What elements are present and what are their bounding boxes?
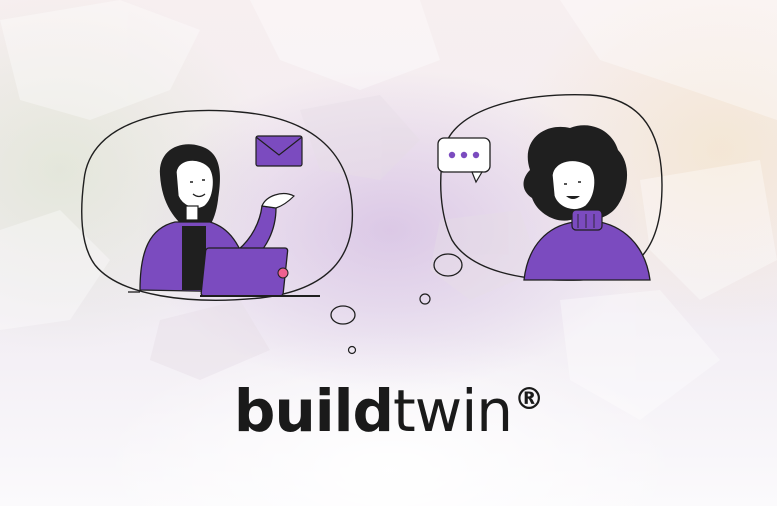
bubble-trail-circle xyxy=(419,293,431,305)
bubble-trail-circle xyxy=(330,305,356,325)
left-person-with-laptop xyxy=(128,144,320,297)
logo-text-bold: build xyxy=(233,377,394,445)
buildtwin-logo: buildtwin® xyxy=(0,365,777,446)
logo-text-light: twin xyxy=(393,377,513,445)
right-person-curly-hair xyxy=(523,125,651,281)
bubble-trail-circle xyxy=(347,345,357,355)
registered-mark: ® xyxy=(514,382,544,417)
chat-typing-icon xyxy=(437,137,491,184)
envelope-icon xyxy=(255,135,303,167)
bubble-trail-circle xyxy=(433,253,463,277)
